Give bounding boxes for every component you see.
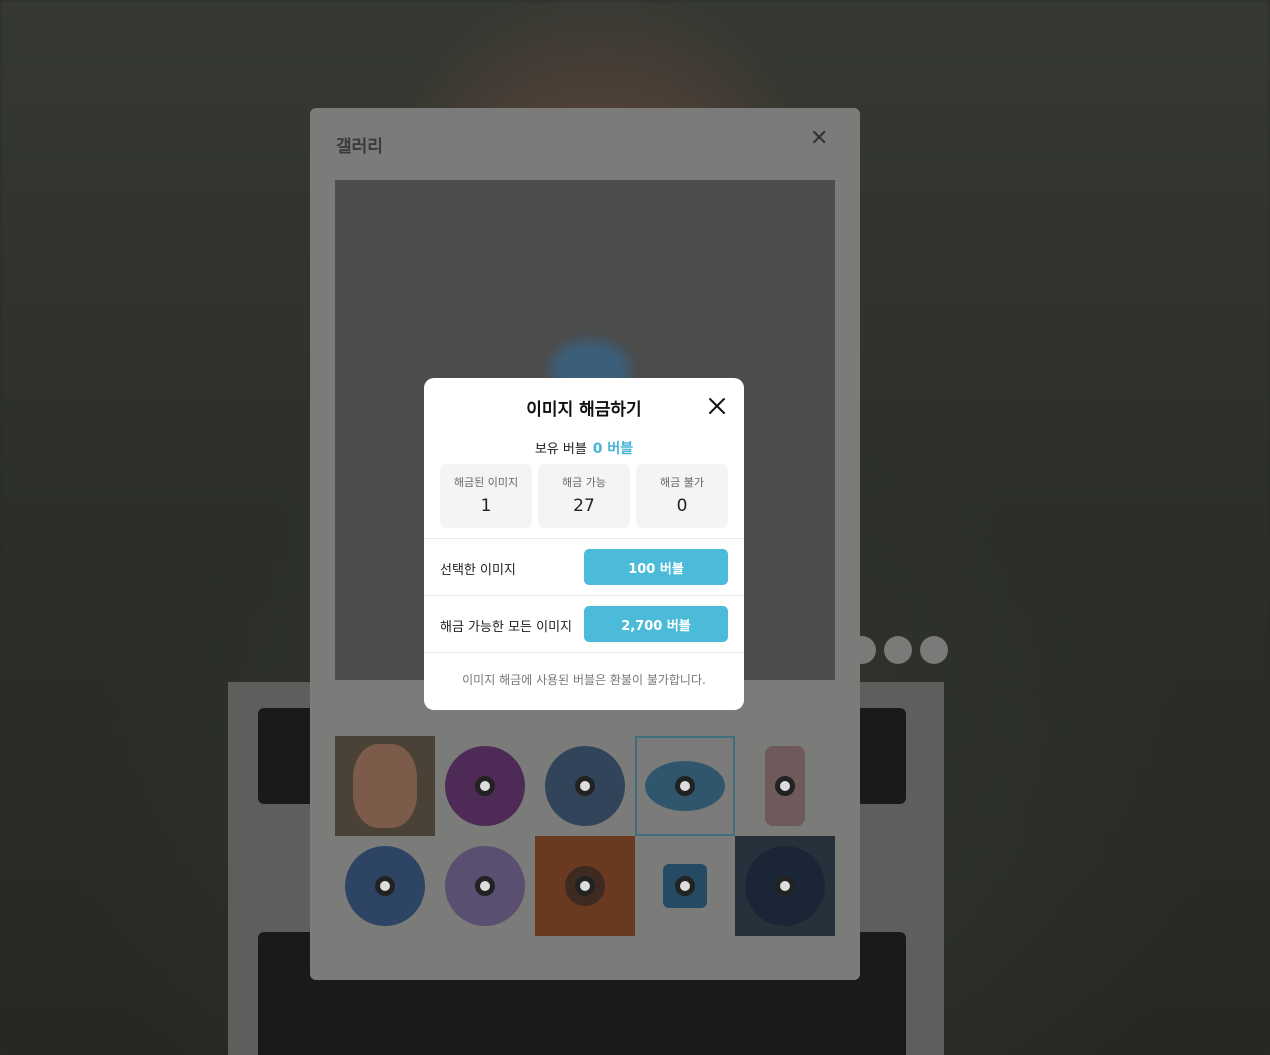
stat-label: 해금 불가 [660,476,704,489]
lock-icon [375,876,395,896]
unlock-image-modal: 이미지 해금하기 보유 버블 0 버블 해금된 이미지 1 해금 가능 27 해금… [424,378,744,710]
stat-value: 1 [480,496,492,516]
thumbnail[interactable] [435,736,535,836]
gallery-close-icon[interactable]: ✕ [810,128,828,150]
carousel-dot [920,636,948,664]
stat-unlockable: 해금 가능 27 [538,464,630,528]
stat-unlocked: 해금된 이미지 1 [440,464,532,528]
thumbnail[interactable] [635,836,735,936]
thumbnail[interactable] [735,836,835,936]
selected-image-label: 선택한 이미지 [440,563,516,578]
carousel-dot [884,636,912,664]
unlock-stats: 해금된 이미지 1 해금 가능 27 해금 불가 0 [440,464,728,528]
selected-image-row: 선택한 이미지 100 버블 [424,538,744,595]
modal-title: 이미지 해금하기 [526,400,642,420]
all-images-label: 해금 가능한 모든 이미지 [440,620,572,635]
lock-icon [775,776,795,796]
lock-icon [575,876,595,896]
unlock-selected-button[interactable]: 100 버블 [584,549,728,585]
lock-icon [675,776,695,796]
thumbnail-grid [335,736,835,936]
thumbnail[interactable] [735,736,835,836]
stat-label: 해금 가능 [562,476,606,489]
lock-icon [475,876,495,896]
carousel-dots [848,636,948,664]
close-icon[interactable] [706,395,728,417]
balance-value: 0 버블 [592,441,634,457]
lock-icon [475,776,495,796]
stat-value: 27 [573,496,595,516]
thumbnail[interactable] [335,736,435,836]
thumbnail[interactable] [535,736,635,836]
lock-icon [675,876,695,896]
lock-icon [775,876,795,896]
thumbnail[interactable] [535,836,635,936]
thumbnail-image [353,744,417,828]
lock-icon [575,776,595,796]
thumbnail[interactable] [335,836,435,936]
stat-not-unlockable: 해금 불가 0 [636,464,728,528]
stat-value: 0 [676,496,688,516]
thumbnail[interactable] [435,836,535,936]
notice-row: 이미지 해금에 사용된 버블은 환불이 불가합니다. [424,652,744,709]
unlock-all-button[interactable]: 2,700 버블 [584,606,728,642]
stat-label: 해금된 이미지 [453,476,519,489]
thumbnail-selected[interactable] [635,736,735,836]
refund-notice: 이미지 해금에 사용된 버블은 환불이 불가합니다. [462,673,706,687]
all-images-row: 해금 가능한 모든 이미지 2,700 버블 [424,595,744,652]
balance-row: 보유 버블 0 버블 [424,438,744,458]
gallery-title: 갤러리 [336,137,383,157]
balance-label: 보유 버블 [534,442,587,457]
